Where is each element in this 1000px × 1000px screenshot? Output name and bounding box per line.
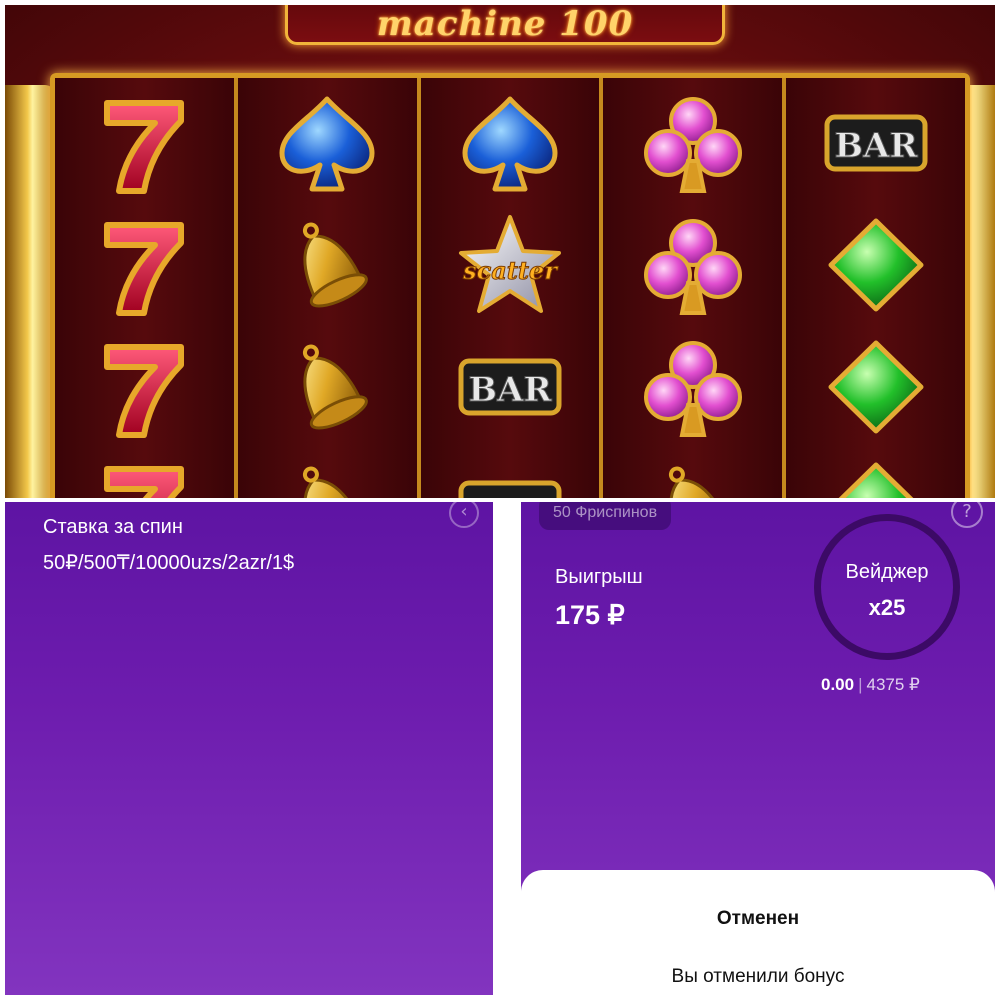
club-icon: [633, 88, 753, 198]
sheet-title: Отменен: [716, 908, 800, 929]
club-icon: [633, 210, 753, 320]
freespins-badge: 50 Фриспинов: [539, 502, 672, 530]
scatter-star-icon: scatter: [450, 210, 570, 320]
wager-progress-ring: Вейджер x25: [814, 514, 960, 660]
svg-text:BAR: BAR: [834, 126, 918, 166]
wager-separator: |: [858, 675, 863, 694]
bonus-panel: 50 Фриспинов ? Выигрыш 175 ₽ Вейджер x25…: [521, 502, 995, 995]
wager-current-amount: 0.00: [821, 675, 855, 694]
sheet-message: Вы отменили бонус: [671, 966, 845, 987]
bell-icon: [267, 210, 387, 320]
win-label: Выигрыш: [555, 566, 643, 588]
diamond-icon: [816, 210, 936, 320]
reel-4: [603, 78, 787, 498]
reel-1: [55, 78, 238, 498]
reel-2: [237, 78, 421, 498]
svg-text:BAR: BAR: [468, 370, 552, 410]
bet-per-spin-value: 50₽/500₸/10000uzs/2azr/1$: [43, 552, 295, 574]
reels-frame: scatter BAR BAR BAR: [50, 73, 970, 498]
bonus-cancelled-sheet: Отменен Вы отменили бонус: [521, 870, 995, 995]
wager-multiplier: x25: [868, 595, 906, 620]
game-logo-text: machine 100: [376, 5, 634, 44]
bar-icon: BAR: [450, 454, 570, 498]
seven-icon: [84, 210, 204, 320]
seven-icon: [84, 88, 204, 198]
win-amount: 175 ₽: [555, 600, 625, 630]
svg-text:scatter: scatter: [462, 256, 559, 285]
wager-label: Вейджер: [845, 561, 929, 583]
reel-5: BAR: [786, 78, 965, 498]
seven-icon: [84, 454, 204, 498]
spade-icon: [450, 88, 570, 198]
slot-game-area: machine 100 scatter BAR BAR BAR: [5, 5, 995, 498]
bell-icon: [267, 332, 387, 442]
seven-icon: [84, 332, 204, 442]
diamond-icon: [816, 332, 936, 442]
spade-icon: [267, 88, 387, 198]
diamond-icon: [816, 454, 936, 498]
bell-icon: [633, 454, 753, 498]
svg-text:BAR: BAR: [468, 492, 552, 499]
game-logo: machine 100: [285, 5, 725, 45]
question-icon[interactable]: ?: [951, 502, 983, 528]
wager-progress-text: 0.00 | 4375 ₽: [821, 675, 920, 695]
bar-icon: BAR: [450, 332, 570, 442]
bar-icon: BAR: [816, 88, 936, 198]
bet-info-panel: Ставка за спин 50₽/500₸/10000uzs/2azr/1$…: [5, 502, 493, 995]
bell-icon: [267, 454, 387, 498]
reel-3: scatter BAR BAR: [420, 78, 604, 498]
club-icon: [633, 332, 753, 442]
left-frame-ornament: [5, 85, 55, 498]
chevron-left-icon[interactable]: ‹: [449, 502, 479, 528]
bet-per-spin-label: Ставка за спин: [43, 516, 183, 538]
wager-total-amount: 4375 ₽: [866, 675, 920, 694]
